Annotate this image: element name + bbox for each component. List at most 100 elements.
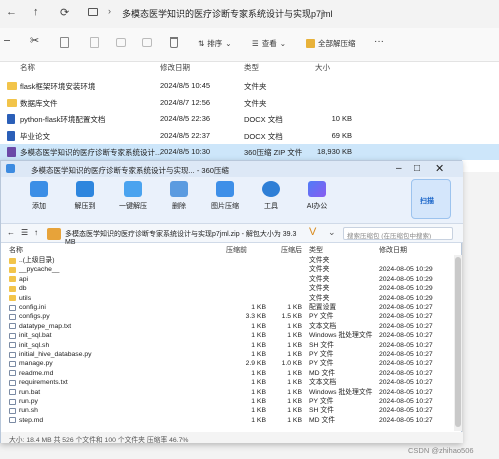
entry-date: 2024-08-05 10:27 xyxy=(379,322,433,330)
maximize-icon[interactable]: □ xyxy=(414,163,420,174)
archive-row[interactable]: init_sql.bat 1 KB 1 KB Windows 批处理文件 2024-08… xyxy=(1,331,453,340)
up-icon[interactable]: ↑ xyxy=(33,6,39,18)
entry-packed-size: 1 KB xyxy=(287,341,302,349)
entry-date: 2024-08-05 10:27 xyxy=(379,388,433,396)
word-doc-icon xyxy=(7,130,15,141)
one-click-label: 一键解压 xyxy=(119,203,147,210)
archive-row[interactable]: api 文件夹 2024-08-05 10:29 xyxy=(1,275,453,284)
entry-packed-size: 1 KB xyxy=(287,388,302,396)
entry-name: run.sh xyxy=(19,407,38,415)
add-button[interactable]: 添加 xyxy=(19,181,59,211)
list-view-icon[interactable]: ☰ xyxy=(21,228,28,237)
entry-name: run.bat xyxy=(19,388,41,396)
tools-button[interactable]: 工具 xyxy=(251,181,291,211)
archive-row[interactable]: datatype_map.txt 1 KB 1 KB 文本文档 2024-08-05 1… xyxy=(1,322,453,331)
chevron-down-icon[interactable]: ⌄ xyxy=(328,227,336,238)
scan-button[interactable]: 扫描 xyxy=(411,179,451,219)
entry-name: ..(上级目录) xyxy=(19,257,55,264)
file-date: 2024/8/5 22:37 xyxy=(160,130,211,140)
col-type-header[interactable]: 类型 xyxy=(309,245,323,255)
back-icon[interactable]: ← xyxy=(7,228,15,237)
archive-row[interactable]: manage.py 2.9 KB 1.0 KB PY 文件 2024-08-05 10:… xyxy=(1,359,453,368)
archive-row[interactable]: requirements.txt 1 KB 1 KB 文本文档 2024-08-05 1… xyxy=(1,378,453,387)
cut-icon[interactable]: ✂ xyxy=(30,34,39,47)
file-row[interactable]: 多模态医学知识的医疗诊断专家系统设计... 2024/8/5 10:30 360压缩… xyxy=(0,144,499,160)
file-row[interactable]: flask框架环境安装环境 2024/8/5 10:45 文件夹 xyxy=(0,78,499,94)
zip-path-bar: ← ☰ ↑ 多模态医学知识的医疗诊断专家系统设计与实现p7jml.zip - 解… xyxy=(1,223,463,246)
file-icon xyxy=(9,304,16,311)
col-size-header[interactable]: 大小 xyxy=(315,62,330,74)
col-type-header[interactable]: 类型 xyxy=(244,62,259,74)
archive-row[interactable]: init_sql.sh 1 KB 1 KB SH 文件 2024-08-05 10:27 xyxy=(1,341,453,350)
share-icon[interactable] xyxy=(142,38,152,47)
archive-row[interactable]: __pycache__ 文件夹 2024-08-05 10:29 xyxy=(1,265,453,274)
archive-row[interactable]: db 文件夹 2024-08-05 10:29 xyxy=(1,284,453,293)
archive-path[interactable]: 多模态医学知识的医疗诊断专家系统设计与实现p7jml.zip - 解包大小为 3… xyxy=(65,229,302,246)
new-icon[interactable] xyxy=(4,40,10,41)
delete-icon[interactable] xyxy=(170,37,178,48)
favorite-icon[interactable]: V xyxy=(309,226,316,238)
entry-name: init_sql.sh xyxy=(19,341,50,349)
file-row[interactable]: python-flask环境配置文档 2024/8/5 22:36 DOCX 文档 1… xyxy=(0,111,499,127)
entry-type: 配置设置 xyxy=(309,304,337,311)
file-row[interactable]: 数据库文件 2024/8/7 12:56 文件夹 xyxy=(0,95,499,111)
close-icon[interactable]: ✕ xyxy=(435,162,444,175)
minimize-icon[interactable]: – xyxy=(396,163,402,174)
address-chevron-icon[interactable]: › xyxy=(322,6,325,16)
entry-size: 2.9 KB xyxy=(245,360,266,368)
archive-row[interactable]: config.ini 1 KB 1 KB 配置设置 2024-08-05 10:27 xyxy=(1,303,453,312)
col-date-header[interactable]: 修改日期 xyxy=(160,62,190,74)
archive-row[interactable]: run.sh 1 KB 1 KB SH 文件 2024-08-05 10:27 xyxy=(1,406,453,415)
file-name: 多模态医学知识的医疗诊断专家系统设计... xyxy=(20,148,162,157)
archive-row[interactable]: run.py 1 KB 1 KB PY 文件 2024-08-05 10:27 xyxy=(1,397,453,406)
image-compress-button[interactable]: 图片压缩 xyxy=(205,181,245,211)
ai-office-button[interactable]: AI办公 xyxy=(297,181,337,211)
paste-icon[interactable] xyxy=(90,37,99,48)
tools-label: 工具 xyxy=(264,203,278,210)
scrollbar-thumb[interactable] xyxy=(455,257,461,427)
archive-search-input[interactable]: 搜索压缩包 (在压缩包中搜索) xyxy=(343,227,453,240)
file-name: 数据库文件 xyxy=(20,98,58,108)
back-icon[interactable]: ← xyxy=(6,6,17,18)
file-name: 毕业论文 xyxy=(20,131,50,141)
word-doc-icon xyxy=(7,114,15,124)
extract-to-button[interactable]: 解压到 xyxy=(65,181,105,211)
address-path[interactable]: 多模态医学知识的医疗诊断专家系统设计与实现p7jml xyxy=(122,7,333,20)
copy-icon[interactable] xyxy=(60,37,69,48)
view-button[interactable]: ☰ 查看 ⌄ xyxy=(252,38,286,49)
file-row[interactable]: 毕业论文 2024/8/5 22:37 DOCX 文档 69 KB xyxy=(0,128,499,144)
up-icon[interactable]: ↑ xyxy=(34,228,38,237)
extract-all-button[interactable]: 全部解压缩 xyxy=(306,38,356,49)
one-click-extract-button[interactable]: 一键解压 xyxy=(113,181,153,211)
file-size: 10 KB xyxy=(331,114,352,123)
col-name-header[interactable]: 名称 xyxy=(20,62,35,74)
entry-packed-size: 1 KB xyxy=(287,379,302,387)
view-icon: ☰ xyxy=(252,39,259,48)
more-icon[interactable]: ··· xyxy=(374,36,384,47)
archive-row[interactable]: configs.py 3.3 KB 1.5 KB PY 文件 2024-08-05 10… xyxy=(1,312,453,321)
entry-size: 3.3 KB xyxy=(245,313,266,321)
delete-button[interactable]: 删除 xyxy=(159,181,199,211)
file-date: 2024/8/5 10:30 xyxy=(160,147,211,156)
file-icon xyxy=(9,323,16,330)
col-modified-header[interactable]: 修改日期 xyxy=(379,245,407,255)
archive-row[interactable]: step.md 1 KB 1 KB MD 文件 2024-08-05 10:27 xyxy=(1,416,453,425)
col-packed-header[interactable]: 压缩后 xyxy=(281,245,302,255)
zip-window: 多模态医学知识的医疗诊断专家系统设计与实现... - 360压缩 – □ ✕ 文… xyxy=(0,160,463,444)
entry-date: 2024-08-05 10:27 xyxy=(379,332,433,340)
refresh-icon[interactable]: ⟳ xyxy=(60,6,69,19)
archive-row[interactable]: readme.md 1 KB 1 KB MD 文件 2024-08-05 10:27 xyxy=(1,369,453,378)
archive-row[interactable]: initial_hive_database.py 1 KB 1 KB PY 文件 202… xyxy=(1,350,453,359)
extract-to-label: 解压到 xyxy=(74,203,96,210)
entry-type: 文本文档 xyxy=(309,379,337,387)
rename-icon[interactable] xyxy=(116,38,126,47)
entry-packed-size: 1 KB xyxy=(287,322,302,330)
archive-row[interactable]: run.bat 1 KB 1 KB Windows 批处理文件 2024-08-05 1… xyxy=(1,388,453,397)
file-icon xyxy=(9,342,16,349)
col-name-header[interactable]: 名称 xyxy=(9,245,23,255)
col-size-header[interactable]: 压缩前 xyxy=(226,245,247,255)
archive-row[interactable]: utils 文件夹 2024-08-05 10:29 xyxy=(1,294,453,303)
entry-date: 2024-08-05 10:29 xyxy=(379,294,433,302)
sort-button[interactable]: ⇅ 排序 ⌄ xyxy=(198,38,232,49)
archive-row[interactable]: ..(上级目录) 文件夹 xyxy=(1,256,453,265)
